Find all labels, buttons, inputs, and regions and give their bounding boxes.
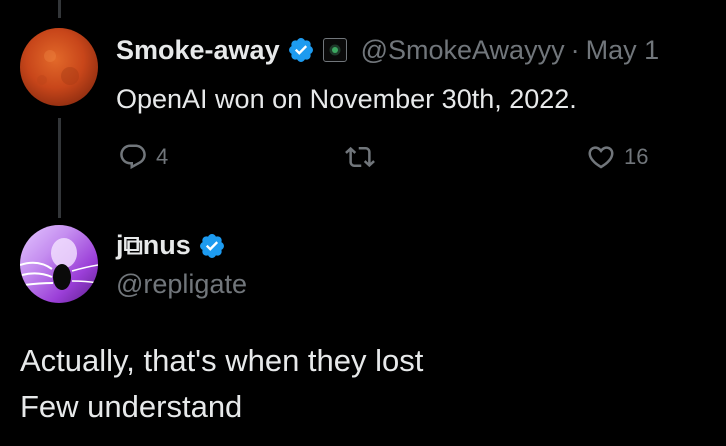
- tweet2-handle[interactable]: @repligate: [116, 269, 247, 300]
- tweet1-text: OpenAI won on November 30th, 2022.: [116, 84, 577, 114]
- thread-line-top: [58, 0, 61, 18]
- tweet1-handle[interactable]: @SmokeAwayyy: [361, 35, 565, 66]
- like-button[interactable]: 16: [586, 142, 648, 172]
- heart-icon: [588, 146, 614, 169]
- sun-texture-icon: [37, 50, 79, 85]
- tweet1-separator: ·: [570, 34, 580, 65]
- reply-button[interactable]: 4: [118, 142, 168, 172]
- affiliate-badge-icon[interactable]: [322, 38, 347, 62]
- reply-count: 4: [156, 144, 169, 169]
- retweet-button[interactable]: [344, 142, 376, 172]
- smoke-away-avatar[interactable]: [20, 28, 98, 106]
- tweet2-text-line1: Actually, that's when they lost: [20, 343, 424, 378]
- tweet2-header: j⧉nus: [116, 226, 226, 266]
- verified-badge-icon[interactable]: [198, 232, 226, 260]
- tweet1-author-name[interactable]: Smoke-away: [116, 35, 280, 66]
- tweet2-text-line2: Few understand: [20, 389, 243, 424]
- repligate-avatar[interactable]: [20, 225, 98, 303]
- reply-icon: [120, 144, 146, 170]
- tweet2-author-name[interactable]: j⧉nus: [116, 230, 191, 262]
- repligate-avatar-art-icon: [20, 238, 98, 290]
- thread-line-connector: [58, 118, 61, 218]
- tweet1-date[interactable]: May 1: [586, 35, 660, 66]
- like-count: 16: [624, 144, 649, 169]
- verified-badge-icon[interactable]: [287, 36, 315, 64]
- retweet-icon: [345, 146, 375, 168]
- tweet1-header: Smoke-away @SmokeAwayyy · May 1: [116, 30, 659, 70]
